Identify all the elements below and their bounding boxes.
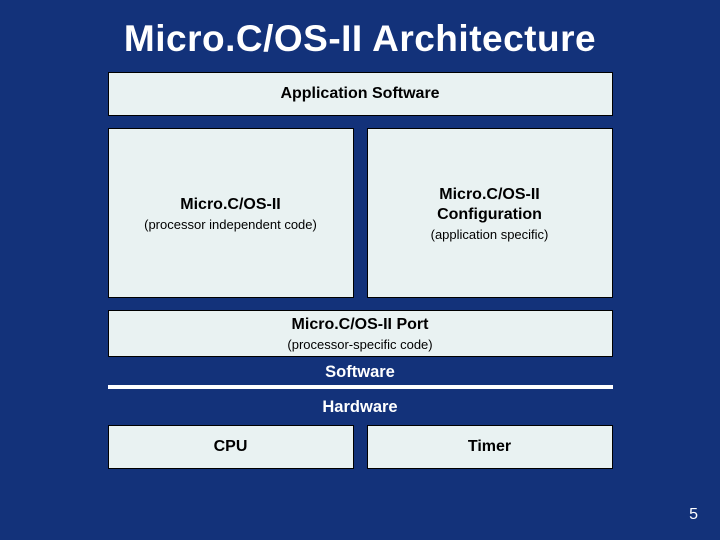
microcos-core-box: Micro.C/OS-II (processor independent cod…: [108, 128, 354, 298]
slide-title: Micro.C/OS-II Architecture: [124, 18, 596, 60]
application-software-box: Application Software: [108, 72, 613, 116]
microcos-config-box: Micro.C/OS-II Configuration (application…: [367, 128, 613, 298]
page-number: 5: [689, 506, 698, 524]
microcos-port-sub: (processor-specific code): [287, 337, 432, 352]
software-label: Software: [108, 363, 613, 382]
microcos-port-title: Micro.C/OS-II Port: [292, 315, 429, 335]
application-software-label: Application Software: [280, 84, 439, 104]
sw-hw-divider: [108, 385, 613, 389]
timer-box: Timer: [367, 425, 613, 469]
microcos-config-sub: (application specific): [431, 227, 549, 242]
microcos-config-title: Micro.C/OS-II Configuration: [405, 185, 575, 225]
architecture-diagram: Application Software Micro.C/OS-II (proc…: [108, 72, 613, 469]
hardware-row: CPU Timer: [108, 425, 613, 469]
timer-label: Timer: [468, 437, 511, 457]
microcos-core-sub: (processor independent code): [144, 217, 317, 232]
middle-row: Micro.C/OS-II (processor independent cod…: [108, 128, 613, 298]
cpu-box: CPU: [108, 425, 354, 469]
cpu-label: CPU: [214, 437, 248, 457]
slide: Micro.C/OS-II Architecture Application S…: [0, 0, 720, 540]
microcos-port-box: Micro.C/OS-II Port (processor-specific c…: [108, 310, 613, 357]
microcos-core-title: Micro.C/OS-II: [180, 195, 280, 215]
hardware-label: Hardware: [108, 398, 613, 417]
